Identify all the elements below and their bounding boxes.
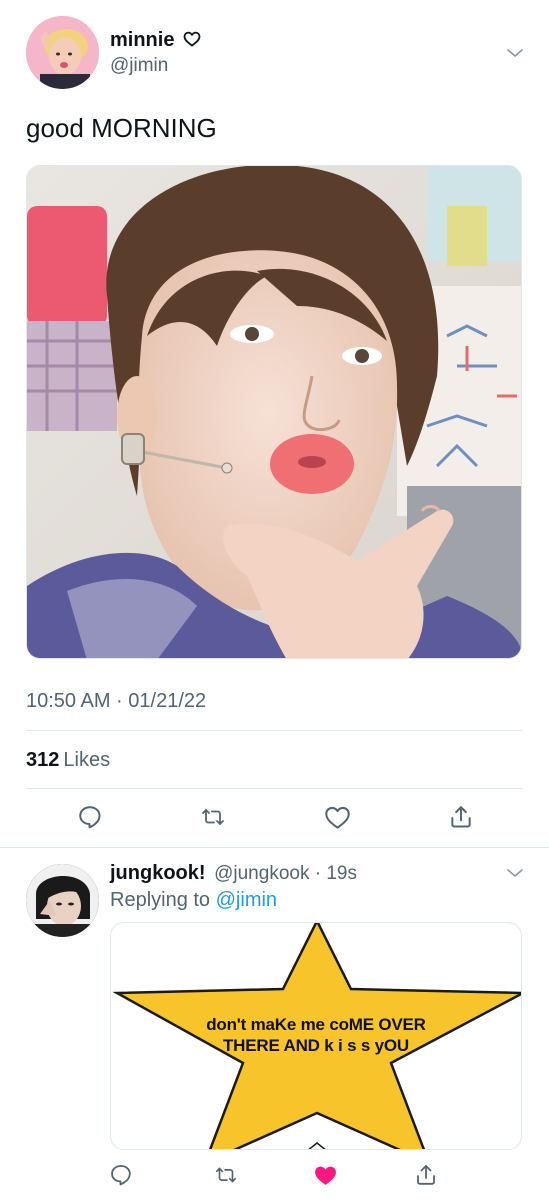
tweet-text: good MORNING: [26, 113, 217, 143]
heart-outline-icon: [183, 31, 201, 47]
likes-count[interactable]: 312 Likes: [26, 749, 110, 772]
share-button[interactable]: [446, 802, 476, 832]
avatar[interactable]: [26, 16, 99, 89]
heart-icon: [324, 806, 350, 829]
mention-link[interactable]: @jimin: [216, 889, 277, 911]
like-button[interactable]: [310, 1160, 340, 1190]
likes-label: Likes: [63, 749, 111, 771]
like-button[interactable]: [322, 802, 352, 832]
divider: [26, 730, 522, 731]
tweet-timestamp[interactable]: 10:50 AM · 01/21/22: [26, 690, 206, 713]
handle-time: @jungkook · 19s: [214, 863, 357, 884]
chevron-down-icon[interactable]: [504, 42, 526, 64]
retweet-button[interactable]: [211, 1160, 241, 1190]
divider: [26, 788, 522, 789]
avatar-photo: [26, 16, 99, 89]
chevron-down-icon[interactable]: [504, 862, 526, 884]
avatar-photo: [26, 864, 99, 937]
reply-button[interactable]: [106, 1160, 136, 1190]
share-icon: [417, 1165, 435, 1185]
replying-to: Replying to @jimin: [110, 889, 277, 912]
star-caption-line1: don't maKe me coME OVER: [206, 1015, 426, 1034]
display-name[interactable]: minnie: [110, 29, 201, 52]
retweet-button[interactable]: [198, 802, 228, 832]
heart-icon: [314, 1166, 336, 1185]
reply-button[interactable]: [75, 802, 105, 832]
speech-bubble-icon: [79, 806, 101, 829]
star-caption-line2: THERE AND k i s s yOU: [223, 1036, 409, 1055]
tweet-separator: [0, 847, 549, 848]
retweet-icon: [202, 809, 224, 825]
retweet-icon: [215, 1167, 237, 1183]
share-button[interactable]: [411, 1160, 441, 1190]
share-icon: [451, 806, 471, 828]
tweet-photo[interactable]: [26, 165, 522, 659]
display-name[interactable]: jungkook! @jungkook · 19s: [110, 862, 357, 885]
speech-bubble-icon: [111, 1165, 131, 1186]
avatar[interactable]: [26, 864, 99, 937]
reply-image[interactable]: don't maKe me coME OVER THERE AND k i s …: [110, 922, 522, 1150]
selfie-image: [27, 166, 521, 658]
main-tweet: minnie @jimin good MORNING 10:50 AM · 01…: [0, 0, 549, 848]
replying-prefix: Replying to: [110, 889, 211, 911]
handle[interactable]: @jimin: [110, 55, 168, 77]
likes-number: 312: [26, 749, 60, 771]
